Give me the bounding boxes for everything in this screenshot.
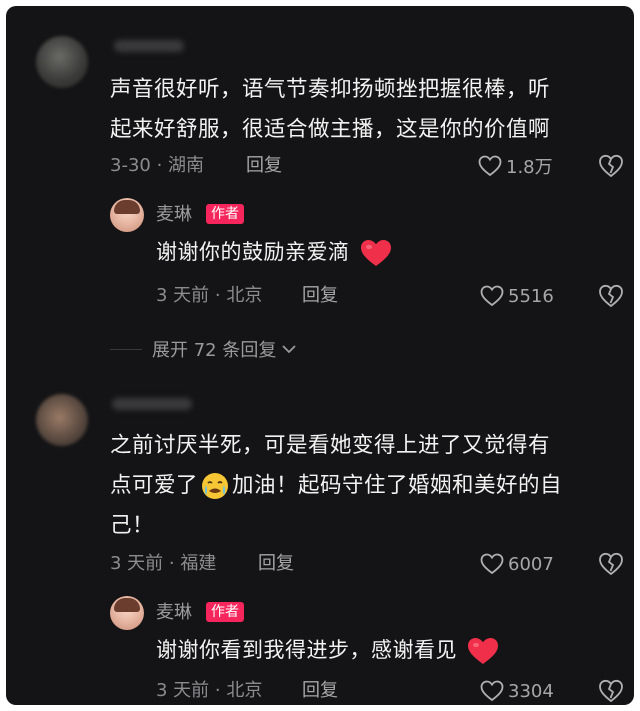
comment-text-line-1: 之前讨厌半死，可是看她变得上进了又觉得有 xyxy=(110,433,551,458)
comment-text-line-2: 起来好舒服，很适合做主播，这是你的价值啊 xyxy=(110,117,551,142)
avatar[interactable] xyxy=(36,394,88,446)
comment-text-segment: 加油！起码守住了婚姻和美好的自 xyxy=(232,473,563,498)
divider-line xyxy=(110,348,142,350)
author-reply-meta: 3 天前 · 北京 xyxy=(156,680,263,701)
dislike-heart-icon[interactable] xyxy=(598,284,624,308)
author-reply-meta: 3 天前 · 北京 xyxy=(156,285,263,306)
avatar[interactable] xyxy=(36,36,88,88)
reply-button[interactable]: 回复 xyxy=(302,284,338,308)
heart-outline-icon xyxy=(480,285,504,307)
comment-panel: 声音很好听，语气节奏抑扬顿挫把握很棒，听 起来好舒服，很适合做主播，这是你的价值… xyxy=(6,6,634,705)
chevron-down-icon xyxy=(282,345,296,354)
expand-replies-button[interactable]: 展开 72 条回复 xyxy=(110,336,298,362)
red-heart-emoji-icon xyxy=(360,240,391,266)
comment-text-line-3: 己！ xyxy=(110,513,155,538)
like-button[interactable]: 1.8万 xyxy=(478,152,553,180)
comment-meta: 3-30 · 湖南 xyxy=(110,155,205,176)
like-button[interactable]: 6007 xyxy=(480,550,554,578)
username-blurred[interactable] xyxy=(112,398,192,410)
username-blurred[interactable] xyxy=(114,40,184,52)
like-count: 1.8万 xyxy=(506,157,553,178)
comment-meta: 3 天前 · 福建 xyxy=(110,553,217,574)
author-name[interactable]: 麦琳 xyxy=(156,601,192,625)
author-badge: 作者 xyxy=(206,602,244,622)
author-avatar[interactable] xyxy=(110,596,144,630)
heart-outline-icon xyxy=(480,680,504,702)
comment-text-line-2: 点可爱了 加油！起码守住了婚姻和美好的自 xyxy=(110,466,562,506)
like-count: 3304 xyxy=(508,680,554,702)
dislike-heart-icon[interactable] xyxy=(598,552,624,576)
like-count: 5516 xyxy=(508,285,554,307)
author-reply-text-content: 谢谢你的鼓励亲爱滴 xyxy=(156,240,350,264)
crying-face-emoji-icon xyxy=(202,473,229,499)
heart-outline-icon xyxy=(480,553,504,575)
reply-button[interactable]: 回复 xyxy=(258,552,294,576)
author-badge: 作者 xyxy=(206,204,244,224)
like-button[interactable]: 5516 xyxy=(480,282,554,310)
like-count: 6007 xyxy=(508,553,554,575)
like-button[interactable]: 3304 xyxy=(480,677,554,705)
author-reply-text-content: 谢谢你看到我得进步，感谢看见 xyxy=(156,638,457,662)
heart-outline-icon xyxy=(478,155,502,177)
dislike-heart-icon[interactable] xyxy=(598,679,624,703)
reply-button[interactable]: 回复 xyxy=(302,679,338,703)
expand-replies-label: 展开 72 条回复 xyxy=(152,340,277,361)
comment-text-line-1: 声音很好听，语气节奏抑扬顿挫把握很棒，听 xyxy=(110,77,551,102)
author-name[interactable]: 麦琳 xyxy=(156,203,192,227)
author-avatar[interactable] xyxy=(110,198,144,232)
reply-button[interactable]: 回复 xyxy=(246,154,282,178)
red-heart-emoji-icon xyxy=(468,638,499,664)
author-reply-text: 谢谢你看到我得进步，感谢看见 xyxy=(156,634,500,666)
author-reply-text: 谢谢你的鼓励亲爱滴 xyxy=(156,236,393,268)
dislike-heart-icon[interactable] xyxy=(598,154,624,178)
comment-text-segment: 点可爱了 xyxy=(110,473,199,498)
